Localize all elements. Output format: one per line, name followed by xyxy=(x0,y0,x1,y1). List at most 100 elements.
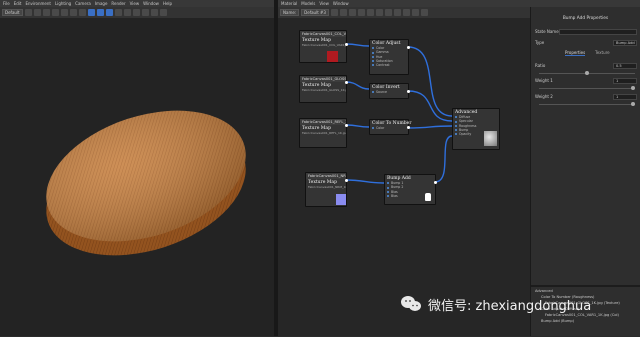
tool-icon[interactable] xyxy=(393,9,401,16)
texture-map-node-refl[interactable]: FabricCanvas001_REFL_1K.jpg Texture Map … xyxy=(299,118,348,148)
tool-icon[interactable] xyxy=(141,9,149,16)
active-tool-icon[interactable] xyxy=(105,9,113,16)
menu-help[interactable]: Help xyxy=(163,1,172,6)
tab-texture[interactable]: Texture xyxy=(595,50,610,55)
texture-thumbnail xyxy=(336,194,346,205)
weight2-slider[interactable] xyxy=(539,104,635,105)
ratio-slider-knob[interactable] xyxy=(585,71,589,75)
weight1-slider[interactable] xyxy=(539,88,635,89)
tool-icon[interactable] xyxy=(114,9,122,16)
menu-material[interactable]: Material xyxy=(281,1,297,6)
weight2-slider-knob[interactable] xyxy=(631,102,635,106)
state-name-label: State Name xyxy=(535,29,559,34)
input-port[interactable]: Source xyxy=(370,90,408,94)
menu-window[interactable]: Window xyxy=(333,1,349,6)
properties-header: Bump Add Properties xyxy=(562,16,609,21)
color-adjust-node[interactable]: Color Adjust Color Gamma Hue Saturation … xyxy=(369,39,410,75)
cursor-hand-icon xyxy=(425,193,431,201)
ratio-label: Ratio xyxy=(535,63,546,68)
tool-icon[interactable] xyxy=(78,9,86,16)
menu-camera[interactable]: Camera xyxy=(75,1,91,6)
advanced-material-node[interactable]: Advanced Diffuse Specular Roughness Bump… xyxy=(452,108,500,150)
texture-map-node-gloss[interactable]: FabricCanvas001_GLOSS_1K.jpg Texture Map… xyxy=(299,75,348,103)
menu-lighting[interactable]: Lighting xyxy=(55,1,71,6)
menu-models[interactable]: Models xyxy=(301,1,315,6)
graph-toolbar: Name: Default #3 xyxy=(278,7,530,18)
menu-environment[interactable]: Environment xyxy=(25,1,51,6)
tool-icon[interactable] xyxy=(420,9,428,16)
weight1-slider-knob[interactable] xyxy=(631,86,635,90)
weight2-field[interactable]: 1 xyxy=(613,94,637,100)
node-graph[interactable]: FabricCanvas001_COL_VAL_1K.jpg Texture M… xyxy=(278,18,530,336)
output-pin[interactable] xyxy=(345,81,348,84)
tool-icon[interactable] xyxy=(348,9,356,16)
menu-view[interactable]: View xyxy=(319,1,329,6)
preset-dropdown[interactable]: Default xyxy=(2,9,23,16)
state-name-field[interactable] xyxy=(559,29,637,35)
panel-splitter[interactable] xyxy=(531,285,640,287)
weight2-label: Weight 2 xyxy=(535,94,553,99)
tool-icon[interactable] xyxy=(159,9,167,16)
output-pin[interactable] xyxy=(407,90,410,93)
menu-file[interactable]: File xyxy=(3,1,10,6)
viewport-toolbar: Default xyxy=(0,7,274,18)
main-menu-bar: File Edit Environment Lighting Camera Im… xyxy=(0,0,274,7)
tool-icon[interactable] xyxy=(33,9,41,16)
tool-icon[interactable] xyxy=(366,9,374,16)
bump-add-node[interactable]: Bump Add Bump 1 Bump 2 Bias Bias xyxy=(384,174,437,205)
texture-thumbnail xyxy=(327,51,338,62)
tool-icon[interactable] xyxy=(132,9,140,16)
tree-item[interactable]: Bump Add (Bump) xyxy=(535,319,639,325)
tool-icon[interactable] xyxy=(123,9,131,16)
fabric-disc-render xyxy=(46,110,246,256)
texture-map-node-normal[interactable]: FabricCanvas001_NRM_1K.jpg Texture Map F… xyxy=(305,172,348,207)
color-invert-node[interactable]: Color Invert Source xyxy=(369,83,410,99)
node-subtitle: FabricCanvas001_COL_VAR1_1K.jpg xyxy=(302,43,346,47)
color-to-number-node[interactable]: Color To Number Color xyxy=(369,119,411,135)
texture-map-node-color[interactable]: FabricCanvas001_COL_VAL_1K.jpg Texture M… xyxy=(299,30,348,63)
tool-icon[interactable] xyxy=(51,9,59,16)
output-pin[interactable] xyxy=(407,46,410,49)
material-preview-thumbnail xyxy=(484,131,497,146)
output-pin[interactable] xyxy=(345,179,348,182)
output-pin[interactable] xyxy=(434,181,437,184)
render-viewport[interactable] xyxy=(0,18,274,336)
ratio-field[interactable]: 0.5 xyxy=(613,63,637,69)
properties-panel: Bump Add Properties State Name Type Bump… xyxy=(530,7,640,336)
output-pin[interactable] xyxy=(407,126,410,129)
wechat-icon xyxy=(401,296,421,311)
tool-icon[interactable] xyxy=(24,9,32,16)
menu-view[interactable]: View xyxy=(130,1,140,6)
tool-icon[interactable] xyxy=(384,9,392,16)
node-subtitle: FabricCanvas001_NRM_1K.jpg xyxy=(308,185,346,189)
active-tool-icon[interactable] xyxy=(87,9,95,16)
tool-icon[interactable] xyxy=(330,9,338,16)
tool-icon[interactable] xyxy=(339,9,347,16)
tool-icon[interactable] xyxy=(60,9,68,16)
menu-render[interactable]: Render xyxy=(111,1,125,6)
node-subtitle: FabricCanvas001_GLOSS_1K.jpg xyxy=(302,88,346,92)
tool-icon[interactable] xyxy=(402,9,410,16)
menu-window[interactable]: Window xyxy=(143,1,159,6)
weight1-field[interactable]: 1 xyxy=(613,78,637,84)
tool-icon[interactable] xyxy=(375,9,383,16)
type-dropdown[interactable]: Bump Add xyxy=(613,40,637,46)
active-tool-icon[interactable] xyxy=(96,9,104,16)
output-pin[interactable] xyxy=(345,124,348,127)
menu-image[interactable]: Image xyxy=(95,1,108,6)
weight1-label: Weight 1 xyxy=(535,78,553,83)
graph-name-label: Name: xyxy=(280,9,300,16)
type-label: Type xyxy=(535,40,545,45)
tool-icon[interactable] xyxy=(150,9,158,16)
output-pin[interactable] xyxy=(345,43,348,46)
graph-name-field[interactable]: Default #3 xyxy=(301,9,329,16)
input-port[interactable]: Contrast xyxy=(370,63,408,67)
input-port[interactable]: Color xyxy=(370,126,408,130)
tool-icon[interactable] xyxy=(42,9,50,16)
node-subtitle: FabricCanvas001_REFL_1K.jpg xyxy=(302,131,346,135)
tool-icon[interactable] xyxy=(69,9,77,16)
tool-icon[interactable] xyxy=(411,9,419,16)
menu-edit[interactable]: Edit xyxy=(14,1,22,6)
material-menu-bar: Material Models View Window xyxy=(278,0,640,7)
tool-icon[interactable] xyxy=(357,9,365,16)
